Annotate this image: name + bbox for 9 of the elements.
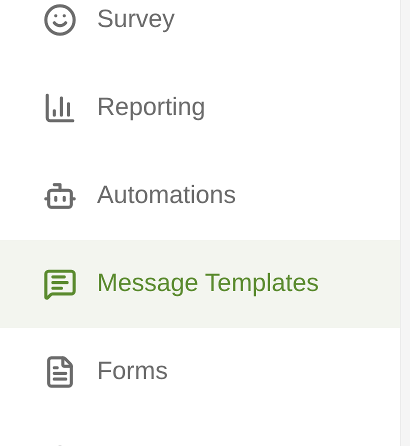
nav-label: Message Templates xyxy=(97,268,319,300)
nav-item[interactable]: Message Templates xyxy=(0,240,400,328)
bar-chart-icon xyxy=(43,91,77,125)
nav-label: Survey xyxy=(97,4,175,36)
nav-label: Forms xyxy=(97,356,168,388)
message-icon xyxy=(43,267,77,301)
smiley-icon xyxy=(43,3,77,37)
nav-label: Automations xyxy=(97,180,236,212)
nav-label: Reporting xyxy=(97,92,206,124)
